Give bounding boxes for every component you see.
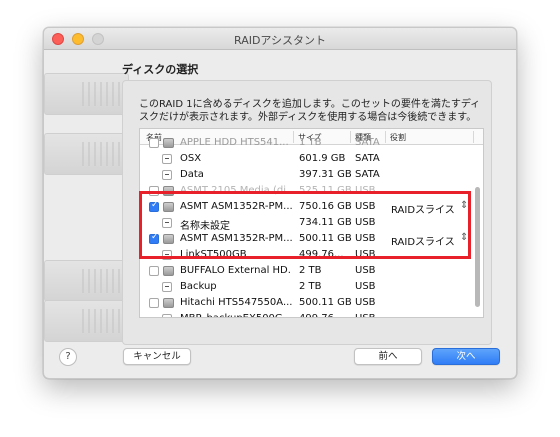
cancel-button[interactable]: キャンセル [123,348,191,365]
next-button[interactable]: 次へ [432,348,500,365]
disk-size: 1 TB [299,137,322,148]
disk-size: 601.9 GB [299,153,346,164]
disk-type: SATA [355,169,380,180]
background-disk-illustration [44,133,129,175]
background-disk-illustration [44,300,129,342]
disk-type: USB [355,313,376,317]
disk-size: 500.11 GB [299,297,352,308]
disk-checkbox[interactable] [149,266,159,276]
disk-name: Hitachi HTS547550A... [180,297,292,308]
disk-name: BUFFALO External HD... [180,265,292,276]
table-row[interactable]: BUFFALO External HD... 2 TB USB [140,263,483,279]
disk-name: APPLE HDD HTS541... [180,137,289,148]
help-button[interactable]: ? [59,348,77,366]
partition-checkbox[interactable] [162,170,172,180]
disk-checkbox[interactable] [149,298,159,308]
disk-size: 397.31 GB [299,169,352,180]
disk-type: USB [355,297,376,308]
background-disk-illustration [44,260,129,302]
disk-name: Backup [180,281,217,292]
window-title: RAIDアシスタント [234,34,326,47]
title-bar: RAIDアシスタント [44,28,516,50]
back-button[interactable]: 前へ [354,348,422,365]
disk-type: USB [355,265,376,276]
disk-type: USB [355,281,376,292]
disk-icon [163,298,174,308]
table-row[interactable]: APPLE HDD HTS541... 1 TB SATA [140,135,483,151]
partition-checkbox[interactable] [162,314,172,317]
disk-type: SATA [355,137,380,148]
table-row[interactable]: Backup 2 TB USB [140,279,483,295]
disk-size: 499.76... [299,313,344,317]
partition-checkbox[interactable] [162,282,172,292]
disk-icon [163,138,174,148]
partition-checkbox[interactable] [162,154,172,164]
table-row[interactable]: Hitachi HTS547550A... 500.11 GB USB [140,295,483,311]
section-title: ディスクの選択 [122,63,199,76]
table-row[interactable]: MBP_backupEX500G 499.76... USB [140,311,483,317]
disk-size: 2 TB [299,265,322,276]
disk-name: Data [180,169,204,180]
disk-size: 2 TB [299,281,322,292]
instructions-text: このRAID 1に含めるディスクを追加します。このセットの要件を満たすディスクだ… [139,99,481,123]
disk-icon [163,266,174,276]
disk-type: SATA [355,153,380,164]
background-disk-illustration [44,73,129,115]
disk-checkbox[interactable] [149,138,159,148]
table-row[interactable]: Data 397.31 GB SATA [140,167,483,183]
table-row[interactable]: OSX 601.9 GB SATA [140,151,483,167]
highlight-annotation-box [139,191,471,259]
scrollbar-thumb[interactable] [475,187,480,307]
disk-name: MBP_backupEX500G [180,313,292,317]
disk-name: OSX [180,153,202,164]
